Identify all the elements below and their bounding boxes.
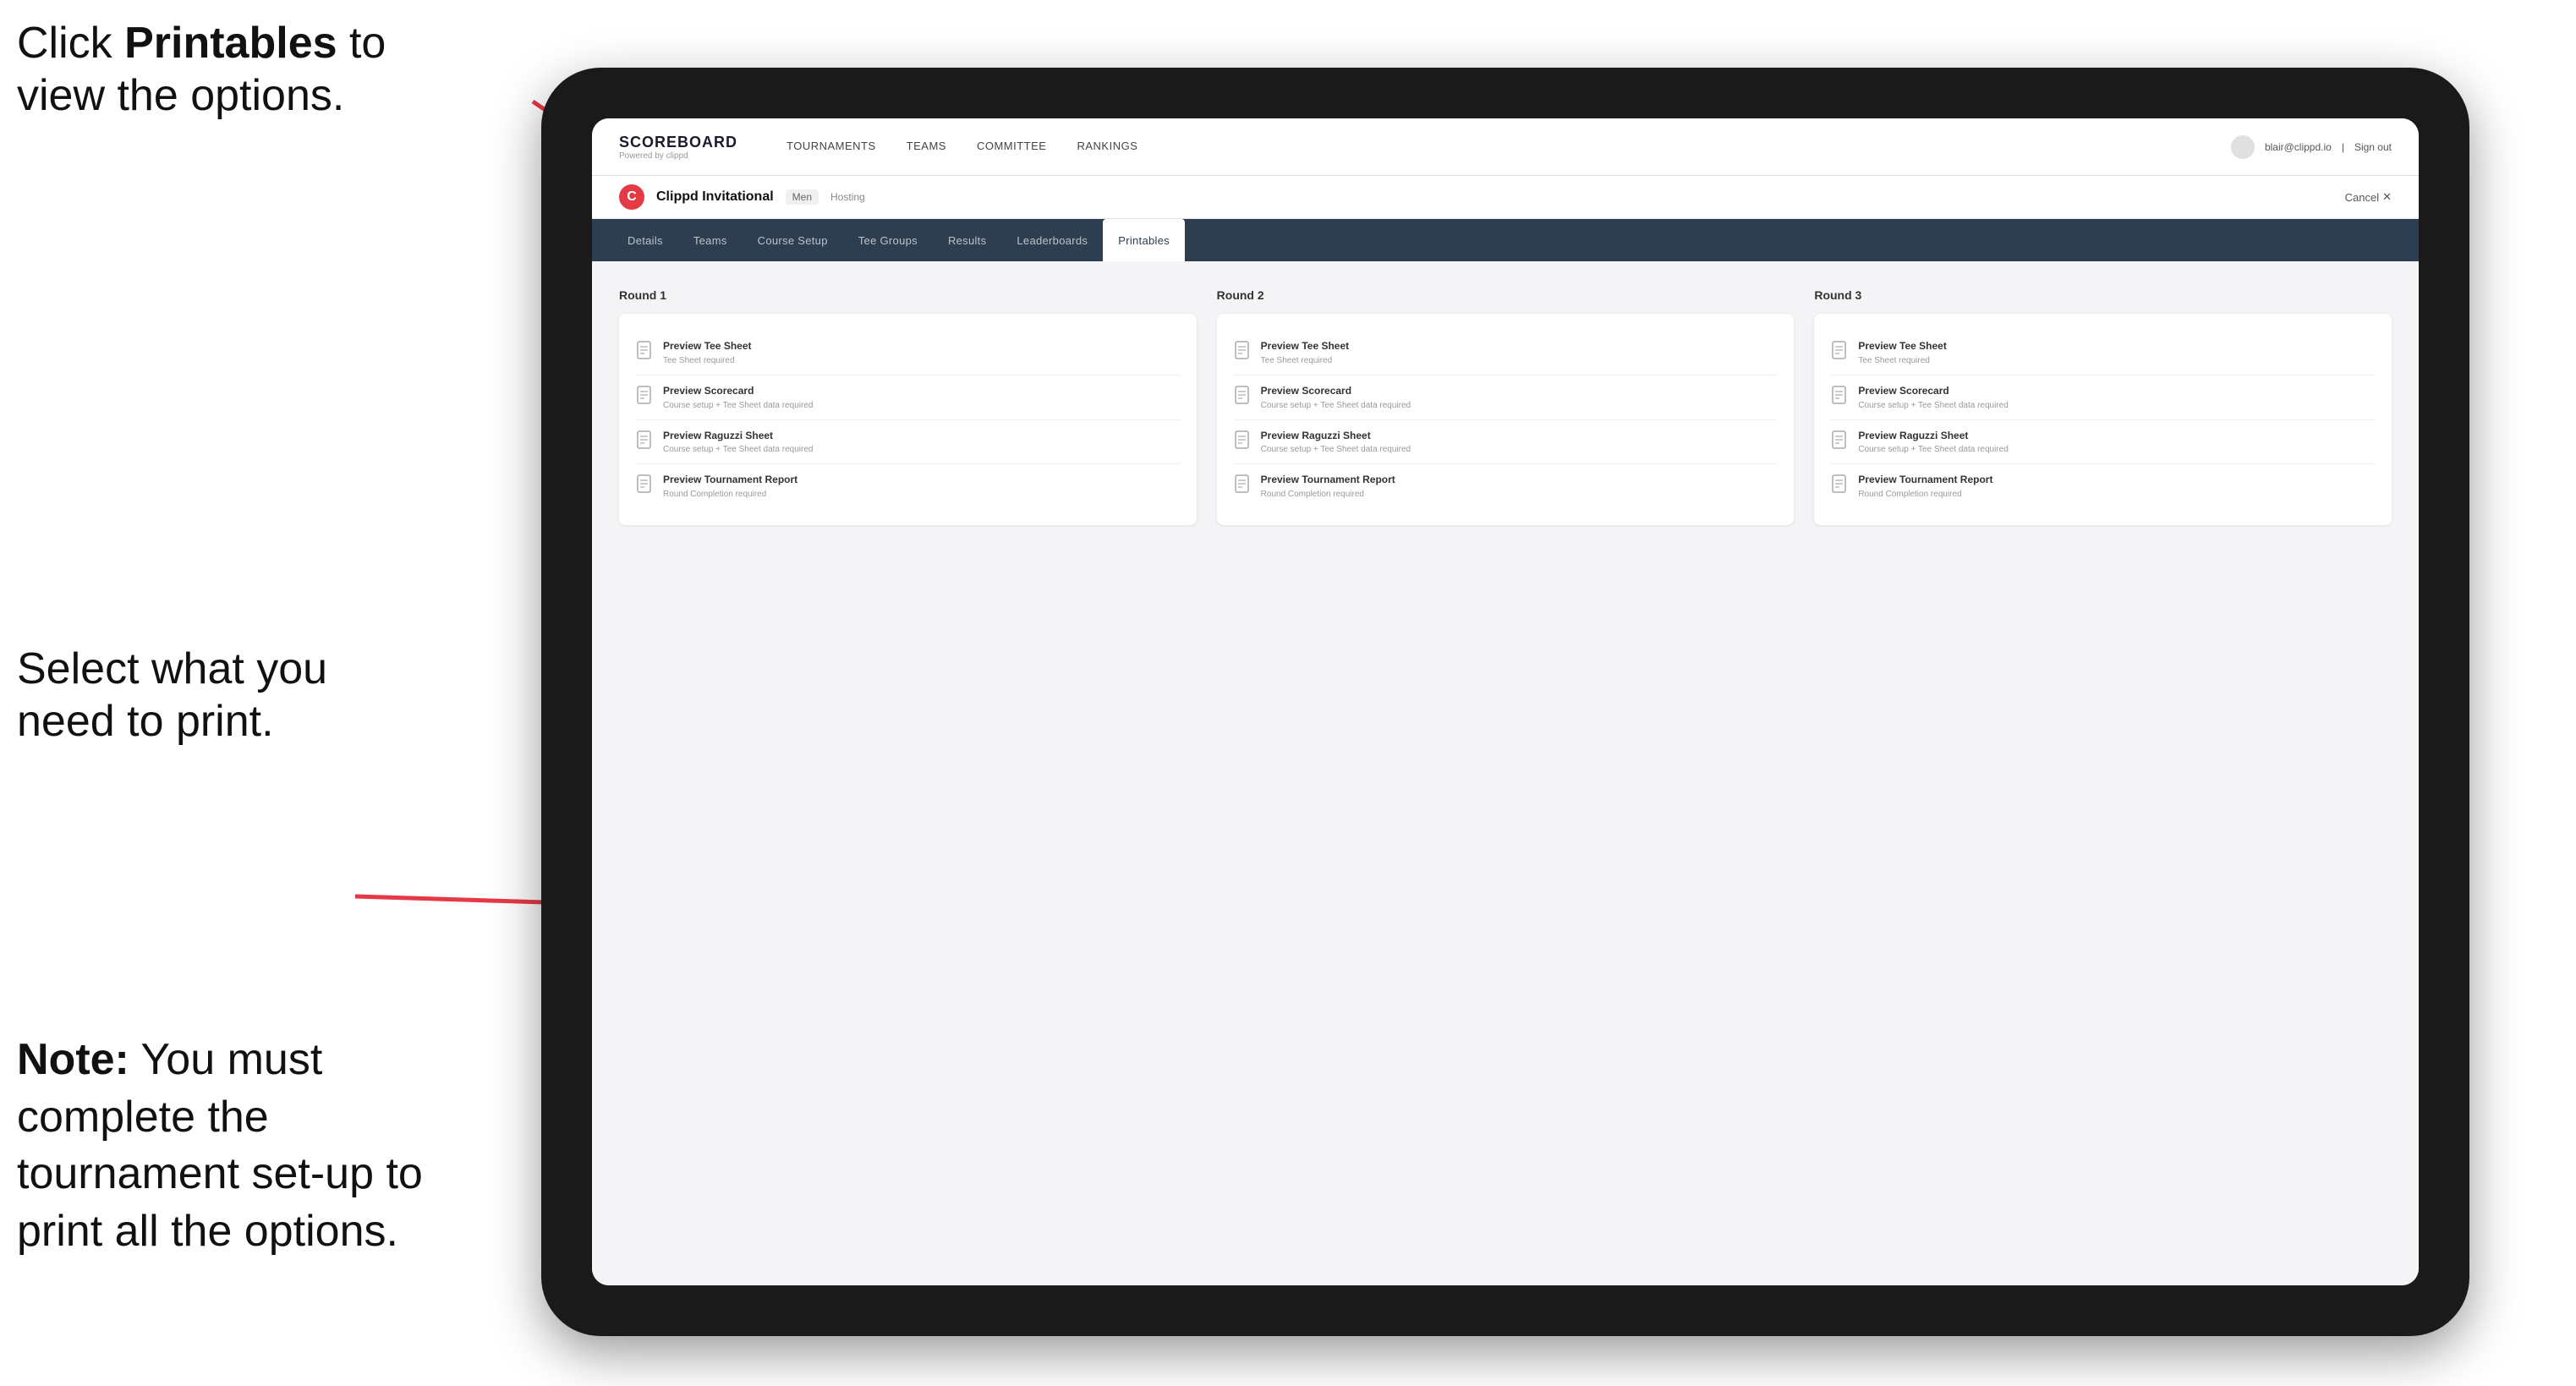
round1-scorecard-sub: Course setup + Tee Sheet data required xyxy=(663,400,813,411)
close-icon: ✕ xyxy=(2382,190,2392,204)
sign-out-link[interactable]: Sign out xyxy=(2354,141,2392,153)
annotation-top-text1: Click xyxy=(17,19,124,68)
round2-tee-sheet[interactable]: Preview Tee Sheet Tee Sheet required xyxy=(1234,331,1778,375)
round-3-card: Preview Tee Sheet Tee Sheet required xyxy=(1814,314,2392,525)
document-icon xyxy=(1234,341,1252,363)
round-1-section: Round 1 Preview Tee Sheet Tee xyxy=(619,288,1197,525)
round1-tee-sheet-title: Preview Tee Sheet xyxy=(663,339,752,353)
document-icon xyxy=(636,341,655,363)
nav-teams[interactable]: TEAMS xyxy=(891,118,962,176)
round3-scorecard-sub: Course setup + Tee Sheet data required xyxy=(1858,400,2008,411)
round3-report-title: Preview Tournament Report xyxy=(1858,473,1992,487)
round-2-section: Round 2 Preview Tee Sheet Tee xyxy=(1217,288,1795,525)
user-email: blair@clippd.io xyxy=(2265,141,2332,153)
document-icon xyxy=(1234,474,1252,496)
round1-raguzzi-title: Preview Raguzzi Sheet xyxy=(663,429,813,443)
tablet-screen: SCOREBOARD Powered by clippd TOURNAMENTS… xyxy=(592,118,2419,1285)
nav-rankings[interactable]: RANKINGS xyxy=(1061,118,1153,176)
round2-scorecard[interactable]: Preview Scorecard Course setup + Tee She… xyxy=(1234,375,1778,420)
document-icon xyxy=(636,430,655,452)
nav-separator: | xyxy=(2342,141,2344,153)
hosting-badge: Hosting xyxy=(830,191,865,203)
round3-scorecard-title: Preview Scorecard xyxy=(1858,384,2008,398)
user-avatar xyxy=(2231,135,2255,159)
round-1-title: Round 1 xyxy=(619,288,1197,302)
round2-scorecard-sub: Course setup + Tee Sheet data required xyxy=(1261,400,1411,411)
annotation-middle-text: Select what you need to print. xyxy=(17,644,327,746)
tab-details[interactable]: Details xyxy=(612,219,678,261)
top-nav-links: TOURNAMENTS TEAMS COMMITTEE RANKINGS xyxy=(771,118,2231,176)
annotation-bottom: Note: You must complete the tournament s… xyxy=(17,1032,474,1260)
round3-tournament-report[interactable]: Preview Tournament Report Round Completi… xyxy=(1831,464,2375,508)
round1-tournament-report[interactable]: Preview Tournament Report Round Completi… xyxy=(636,464,1180,508)
document-icon xyxy=(1831,430,1850,452)
nav-tournaments[interactable]: TOURNAMENTS xyxy=(771,118,891,176)
brand: SCOREBOARD Powered by clippd xyxy=(619,134,737,161)
content-area: Round 1 Preview Tee Sheet Tee xyxy=(592,261,2419,1285)
round1-raguzzi-sub: Course setup + Tee Sheet data required xyxy=(663,444,813,455)
round2-tee-sheet-title: Preview Tee Sheet xyxy=(1261,339,1350,353)
round2-tournament-report[interactable]: Preview Tournament Report Round Completi… xyxy=(1234,464,1778,508)
tab-printables[interactable]: Printables xyxy=(1103,219,1185,261)
round1-tee-sheet[interactable]: Preview Tee Sheet Tee Sheet required xyxy=(636,331,1180,375)
round3-tee-sheet[interactable]: Preview Tee Sheet Tee Sheet required xyxy=(1831,331,2375,375)
annotation-top-bold: Printables xyxy=(124,19,337,68)
round-1-card: Preview Tee Sheet Tee Sheet required xyxy=(619,314,1197,525)
round1-report-sub: Round Completion required xyxy=(663,489,797,500)
round3-scorecard[interactable]: Preview Scorecard Course setup + Tee She… xyxy=(1831,375,2375,420)
sub-header-left: C Clippd Invitational Men Hosting xyxy=(619,184,865,210)
round-3-title: Round 3 xyxy=(1814,288,2392,302)
sub-header: C Clippd Invitational Men Hosting Cancel… xyxy=(592,176,2419,219)
round2-raguzzi[interactable]: Preview Raguzzi Sheet Course setup + Tee… xyxy=(1234,420,1778,465)
tab-tee-groups[interactable]: Tee Groups xyxy=(843,219,933,261)
round2-tee-sheet-sub: Tee Sheet required xyxy=(1261,355,1350,366)
document-icon xyxy=(1234,386,1252,408)
brand-title: SCOREBOARD xyxy=(619,134,737,151)
tablet-device: SCOREBOARD Powered by clippd TOURNAMENTS… xyxy=(541,68,2469,1336)
tab-teams[interactable]: Teams xyxy=(678,219,743,261)
round-3-section: Round 3 Preview Tee Sheet Tee xyxy=(1814,288,2392,525)
round1-scorecard[interactable]: Preview Scorecard Course setup + Tee She… xyxy=(636,375,1180,420)
round3-raguzzi[interactable]: Preview Raguzzi Sheet Course setup + Tee… xyxy=(1831,420,2375,465)
round3-tee-sheet-title: Preview Tee Sheet xyxy=(1858,339,1947,353)
cancel-button[interactable]: Cancel ✕ xyxy=(2345,190,2392,204)
round1-raguzzi[interactable]: Preview Raguzzi Sheet Course setup + Tee… xyxy=(636,420,1180,465)
tab-bar: Details Teams Course Setup Tee Groups Re… xyxy=(592,219,2419,261)
round3-raguzzi-sub: Course setup + Tee Sheet data required xyxy=(1858,444,2008,455)
round2-raguzzi-sub: Course setup + Tee Sheet data required xyxy=(1261,444,1411,455)
clippd-logo: C xyxy=(619,184,644,210)
document-icon xyxy=(1831,474,1850,496)
round3-report-sub: Round Completion required xyxy=(1858,489,1992,500)
tab-course-setup[interactable]: Course Setup xyxy=(743,219,843,261)
tab-results[interactable]: Results xyxy=(933,219,1001,261)
round1-report-title: Preview Tournament Report xyxy=(663,473,797,487)
round2-report-title: Preview Tournament Report xyxy=(1261,473,1395,487)
round3-raguzzi-title: Preview Raguzzi Sheet xyxy=(1858,429,2008,443)
round3-tee-sheet-sub: Tee Sheet required xyxy=(1858,355,1947,366)
document-icon xyxy=(636,474,655,496)
round2-report-sub: Round Completion required xyxy=(1261,489,1395,500)
tab-leaderboards[interactable]: Leaderboards xyxy=(1001,219,1103,261)
annotation-top: Click Printables to view the options. xyxy=(17,17,423,123)
top-nav-right: blair@clippd.io | Sign out xyxy=(2231,135,2392,159)
annotation-bottom-bold: Note: xyxy=(17,1035,129,1084)
tournament-tag: Men xyxy=(786,189,819,205)
round2-raguzzi-title: Preview Raguzzi Sheet xyxy=(1261,429,1411,443)
tournament-name: Clippd Invitational xyxy=(656,189,774,205)
round-2-card: Preview Tee Sheet Tee Sheet required xyxy=(1217,314,1795,525)
top-nav: SCOREBOARD Powered by clippd TOURNAMENTS… xyxy=(592,118,2419,176)
round1-tee-sheet-sub: Tee Sheet required xyxy=(663,355,752,366)
nav-committee[interactable]: COMMITTEE xyxy=(962,118,1062,176)
document-icon xyxy=(1831,341,1850,363)
round1-scorecard-title: Preview Scorecard xyxy=(663,384,813,398)
document-icon xyxy=(1234,430,1252,452)
document-icon xyxy=(1831,386,1850,408)
rounds-grid: Round 1 Preview Tee Sheet Tee xyxy=(619,288,2392,525)
brand-sub: Powered by clippd xyxy=(619,151,737,161)
round-2-title: Round 2 xyxy=(1217,288,1795,302)
document-icon xyxy=(636,386,655,408)
round2-scorecard-title: Preview Scorecard xyxy=(1261,384,1411,398)
annotation-middle: Select what you need to print. xyxy=(17,643,423,748)
